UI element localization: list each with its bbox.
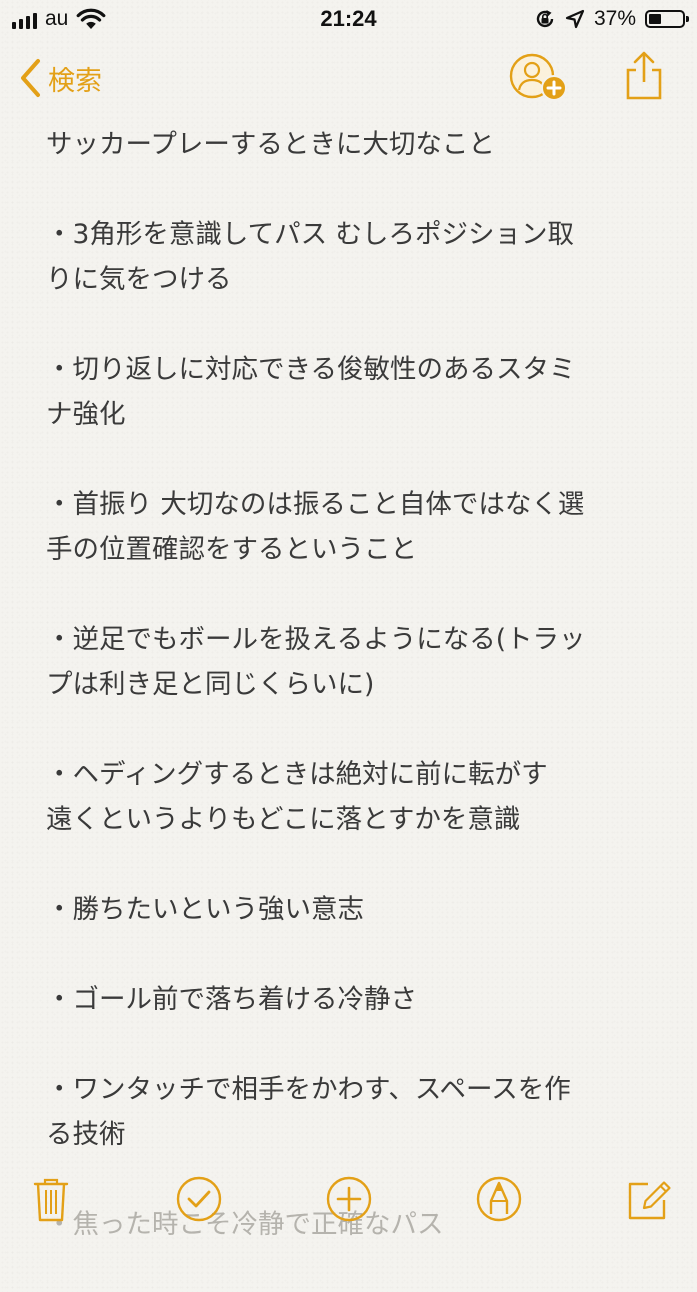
note-item-line: ・切り返しに対応できる俊敏性のあるスタミ [46, 354, 576, 385]
battery-level [649, 14, 661, 24]
note-title[interactable]: サッカープレーするときに大切なこと [46, 122, 656, 167]
back-label: 検索 [48, 65, 102, 97]
note-item[interactable]: ・切り返しに対応できる俊敏性のあるスタミ ナ強化 [46, 347, 656, 437]
note-item[interactable]: ・逆足でもボールを扱えるようになる(トラッ プは利き足と同じくらいに) [46, 617, 656, 707]
bottom-toolbar [0, 1160, 697, 1240]
location-arrow-icon [565, 9, 585, 29]
note-item-line: 遠くというよりもどこに落とすかを意識 [46, 804, 521, 835]
note-item[interactable]: ・ワンタッチで相手をかわす、スペースを作 る技術 [46, 1067, 656, 1157]
chevron-left-icon [21, 59, 40, 97]
note-item-line: 手の位置確認をするということ [46, 534, 417, 565]
rotation-lock-icon [536, 10, 554, 28]
battery-percent: 37% [593, 7, 636, 30]
note-item[interactable]: ・3角形を意識してパス むしろポジション取 りに気をつける [46, 212, 656, 302]
battery-icon [645, 10, 689, 28]
note-item-line: ・勝ちたいという強い意志 [46, 894, 364, 925]
note-item[interactable]: ・ゴール前で落ち着ける冷静さ [46, 977, 656, 1022]
note-item[interactable]: ・首振り 大切なのは振ること自体ではなく選 手の位置確認をするということ [46, 482, 656, 572]
compose-icon[interactable] [624, 1174, 674, 1224]
back-button[interactable]: 検索 [18, 54, 102, 102]
note-item-line: ナ強化 [46, 399, 126, 430]
note-item-line: ・ワンタッチで相手をかわす、スペースを作 [46, 1074, 571, 1105]
note-item[interactable]: ・勝ちたいという強い意志 [46, 887, 656, 932]
note-item-line: りに気をつける [46, 264, 232, 295]
note-item-line: ・逆足でもボールを扱えるようになる(トラッ [46, 624, 586, 655]
add-person-icon[interactable] [508, 52, 570, 104]
note-item-line: ・首振り 大切なのは振ること自体ではなく選 [46, 489, 585, 520]
status-right: 37% [534, 6, 689, 32]
markup-pen-icon[interactable] [474, 1174, 524, 1224]
note-item-line: ・ゴール前で落ち着ける冷静さ [46, 984, 417, 1015]
plus-circle-icon[interactable] [324, 1174, 374, 1224]
note-body[interactable]: サッカープレーするときに大切なこと ・3角形を意識してパス むしろポジション取り… [46, 122, 656, 1292]
trash-icon[interactable] [26, 1174, 76, 1224]
nav-bar: 検索 [0, 48, 697, 108]
status-bar: au 21:24 37% [0, 0, 697, 40]
note-item-line: ・3角形を意識してパス むしろポジション取 [46, 219, 574, 250]
note-item[interactable]: ・ヘディングするときは絶対に前に転がす 遠くというよりもどこに落とすかを意識 [46, 752, 656, 842]
note-item-line: る技術 [46, 1119, 126, 1150]
checklist-icon[interactable] [174, 1174, 224, 1224]
note-item-line: プは利き足と同じくらいに) [46, 669, 375, 700]
share-icon[interactable] [622, 50, 666, 102]
note-item-line: ・ヘディングするときは絶対に前に転がす [46, 759, 548, 790]
